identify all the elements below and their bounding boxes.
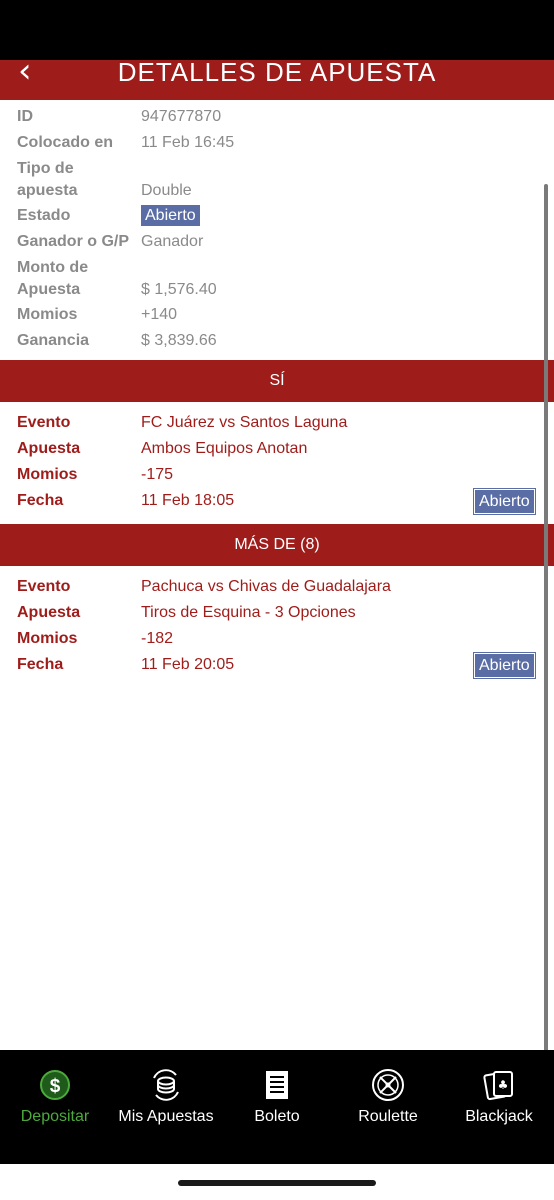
detail-value: 947677870: [141, 108, 222, 125]
tab-mis-apuestas[interactable]: Mis Apuestas: [111, 1050, 221, 1164]
detail-value: Ganador: [141, 233, 204, 250]
detail-value: Double: [141, 182, 192, 199]
detail-value: $ 1,576.40: [141, 281, 217, 298]
leg-label: Fecha: [17, 492, 64, 509]
leg-value: FC Juárez vs Santos Laguna: [141, 414, 348, 431]
leg-value: Tiros de Esquina - 3 Opciones: [141, 604, 356, 621]
bottom-tab-bar: $ Depositar Mis Apuestas Boleto Roulette…: [0, 1050, 554, 1164]
leg-label: Momios: [17, 630, 78, 647]
leg-label: Fecha: [17, 656, 64, 673]
leg-value: -182: [141, 630, 174, 647]
cards-icon: ♣: [483, 1071, 513, 1101]
leg-value: Pachuca vs Chivas de Guadalajara: [141, 578, 391, 595]
detail-label: Monto de: [17, 259, 89, 276]
page-title: DETALLES DE APUESTA: [117, 60, 437, 87]
tab-label: Depositar: [20, 1108, 90, 1125]
svg-text:$: $: [50, 1076, 61, 1097]
scrollbar[interactable]: [544, 184, 548, 1050]
svg-text:♣: ♣: [498, 1078, 509, 1092]
tab-label: Blackjack: [465, 1108, 533, 1125]
detail-label: apuesta: [17, 182, 78, 199]
tab-label: Roulette: [358, 1108, 418, 1125]
leg-label: Evento: [17, 578, 71, 595]
detail-label: Estado: [17, 207, 71, 224]
leg-section-header: MÁS DE (8): [0, 524, 554, 566]
tab-boleto[interactable]: Boleto: [222, 1050, 332, 1164]
tab-label: Boleto: [254, 1108, 300, 1125]
coins-icon: [153, 1069, 179, 1101]
detail-label: Momios: [17, 306, 78, 323]
leg-label: Momios: [17, 466, 78, 483]
detail-label: Apuesta: [17, 281, 81, 298]
leg-value: 11 Feb 18:05: [141, 492, 235, 509]
detail-value: +140: [141, 306, 178, 323]
detail-label: Ganador o G/P: [17, 233, 130, 250]
detail-label: Tipo de: [17, 160, 74, 177]
detail-label: Colocado en: [17, 134, 114, 151]
roulette-icon: [372, 1069, 404, 1101]
detail-value-wrap: Abierto: [141, 205, 200, 226]
leg-value: Ambos Equipos Anotan: [141, 440, 308, 457]
leg-status-badge: Abierto: [473, 652, 536, 679]
detail-label: ID: [17, 108, 33, 125]
home-indicator[interactable]: [178, 1180, 376, 1186]
detail-value: $ 3,839.66: [141, 332, 217, 349]
detail-value: 11 Feb 16:45: [141, 134, 235, 151]
leg-label: Apuesta: [17, 604, 81, 621]
leg-value: -175: [141, 466, 174, 483]
detail-label: Ganancia: [17, 332, 90, 349]
bet-details-panel: ID 947677870 Colocado en 11 Feb 16:45 Ti…: [0, 100, 554, 1050]
status-bar: [0, 0, 554, 60]
leg-label: Evento: [17, 414, 71, 431]
tab-label: Mis Apuestas: [118, 1108, 214, 1125]
leg-section-header: SÍ: [0, 360, 554, 402]
leg-value: 11 Feb 20:05: [141, 656, 235, 673]
header: ‹ DETALLES DE APUESTA: [0, 60, 554, 100]
tab-blackjack[interactable]: ♣ Blackjack: [444, 1050, 554, 1164]
leg-label: Apuesta: [17, 440, 81, 457]
status-badge: Abierto: [141, 205, 200, 226]
tab-depositar[interactable]: $ Depositar: [0, 1050, 110, 1164]
tab-roulette[interactable]: Roulette: [333, 1050, 443, 1164]
leg-status-badge: Abierto: [473, 488, 536, 515]
ticket-icon: [266, 1071, 288, 1099]
dollar-icon: $: [40, 1070, 70, 1100]
